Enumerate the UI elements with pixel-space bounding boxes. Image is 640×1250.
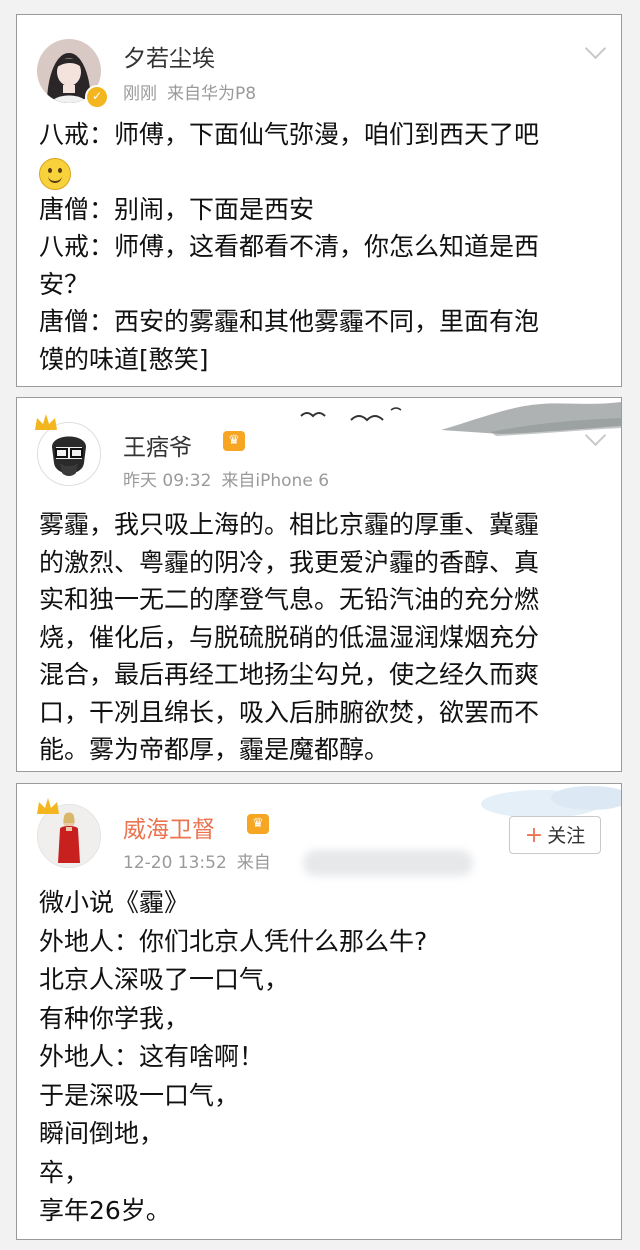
username[interactable]: 王痞爷 <box>123 428 192 462</box>
post-meta: 12-20 13:52 来自 <box>123 848 281 873</box>
weibo-post-2: 王痞爷 ♛ 昨天 09:32 来自iPhone 6 雾霾，我只吸上海的。相比京霾的… <box>16 397 622 772</box>
body-line: 卒， <box>39 1157 90 1187</box>
body-line: 于是深吸一口气， <box>39 1080 240 1110</box>
weibo-post-3: 威海卫督 ♛ 12-20 13:52 来自 + 关注 微小说《霾》 外地人：你们北京… <box>16 783 622 1240</box>
post-time: 12-20 13:52 <box>123 853 227 873</box>
ink-landscape-decoration <box>300 402 621 436</box>
plus-icon: + <box>524 823 544 848</box>
body-line: 外地人：你们北京人凭什么那么牛? <box>39 926 428 956</box>
follow-button[interactable]: + 关注 <box>509 816 601 854</box>
body-line: 瞬间倒地， <box>39 1119 165 1148</box>
vip-badge-icon: ✓ <box>85 85 109 109</box>
body-line: 外地人：这有啥啊！ <box>39 1042 265 1071</box>
body-line: 雾霾，我只吸上海的。相比京霾的厚重、冀霾 <box>39 510 540 539</box>
vip-crown-badge-icon: ♛ <box>223 431 245 451</box>
post-time: 昨天 09:32 <box>123 471 212 491</box>
body-line: 烧，催化后，与脱硫脱硝的低温湿润煤烟充分 <box>39 622 540 652</box>
post-body: 微小说《霾》 外地人：你们北京人凭什么那么牛? 北京人深吸了一口气， 有种你学我… <box>39 884 603 1231</box>
body-line: 唐僧：别闹，下面是西安 <box>39 194 315 224</box>
body-line: 实和独一无二的摩登气息。无铅汽油的充分燃 <box>39 585 540 614</box>
blurred-source-area <box>303 850 473 876</box>
body-line: 能。雾为帝都厚，霾是魔都醇。 <box>39 735 390 764</box>
weibo-post-1: ✓ 夕若尘埃 刚刚 来自华为P8 八戒：师傅，下面仙气弥漫，咱们到西天了吧 唐僧：… <box>16 14 622 387</box>
post-body: 雾霾，我只吸上海的。相比京霾的厚重、冀霾 的激烈、粤霾的阴冷，我更爱沪霾的香醇、… <box>39 506 603 769</box>
follow-label: 关注 <box>547 825 586 847</box>
post-meta: 刚刚 来自华为P8 <box>123 79 266 104</box>
crown-icon <box>35 414 57 430</box>
body-line: 馍的味道[憨笑] <box>39 344 209 374</box>
body-line: 八戒：师傅，这看都看不清，你怎么知道是西 <box>39 232 540 261</box>
post-time: 刚刚 <box>123 84 157 104</box>
username[interactable]: 夕若尘埃 <box>123 39 215 73</box>
smile-emoji-line <box>39 154 603 191</box>
body-line: 安？ <box>39 269 90 299</box>
body-line: 唐僧：西安的雾霾和其他雾霾不同，里面有泡 <box>39 307 540 336</box>
body-line: 混合，最后再经工地扬尘勾兑，使之经久而爽 <box>39 660 540 689</box>
body-line: 北京人深吸了一口气， <box>39 965 290 994</box>
body-line: 有种你学我， <box>39 1003 190 1033</box>
post-source: 来自华为P8 <box>167 84 257 104</box>
body-line: 口，干冽且绵长，吸入后肺腑欲焚，欲罢而不 <box>39 697 540 727</box>
post-meta: 昨天 09:32 来自iPhone 6 <box>123 466 339 491</box>
username[interactable]: 威海卫督 <box>123 810 215 844</box>
post-source: 来自iPhone 6 <box>221 471 330 491</box>
post-source: 来自 <box>236 853 271 873</box>
body-line: 微小说《霾》 <box>39 888 190 917</box>
vip-crown-badge-icon: ♛ <box>247 814 269 834</box>
chevron-down-icon[interactable] <box>584 37 607 60</box>
post-body: 八戒：师傅，下面仙气弥漫，咱们到西天了吧 唐僧：别闹，下面是西安 八戒：师傅，这… <box>39 116 603 378</box>
crown-icon <box>37 798 59 814</box>
body-line: 的激烈、粤霾的阴冷，我更爱沪霾的香醇、真 <box>39 547 540 577</box>
body-line: 八戒：师傅，下面仙气弥漫，咱们到西天了吧 <box>39 120 540 149</box>
body-line: 享年26岁。 <box>39 1196 171 1225</box>
smile-emoji-icon <box>39 157 71 190</box>
